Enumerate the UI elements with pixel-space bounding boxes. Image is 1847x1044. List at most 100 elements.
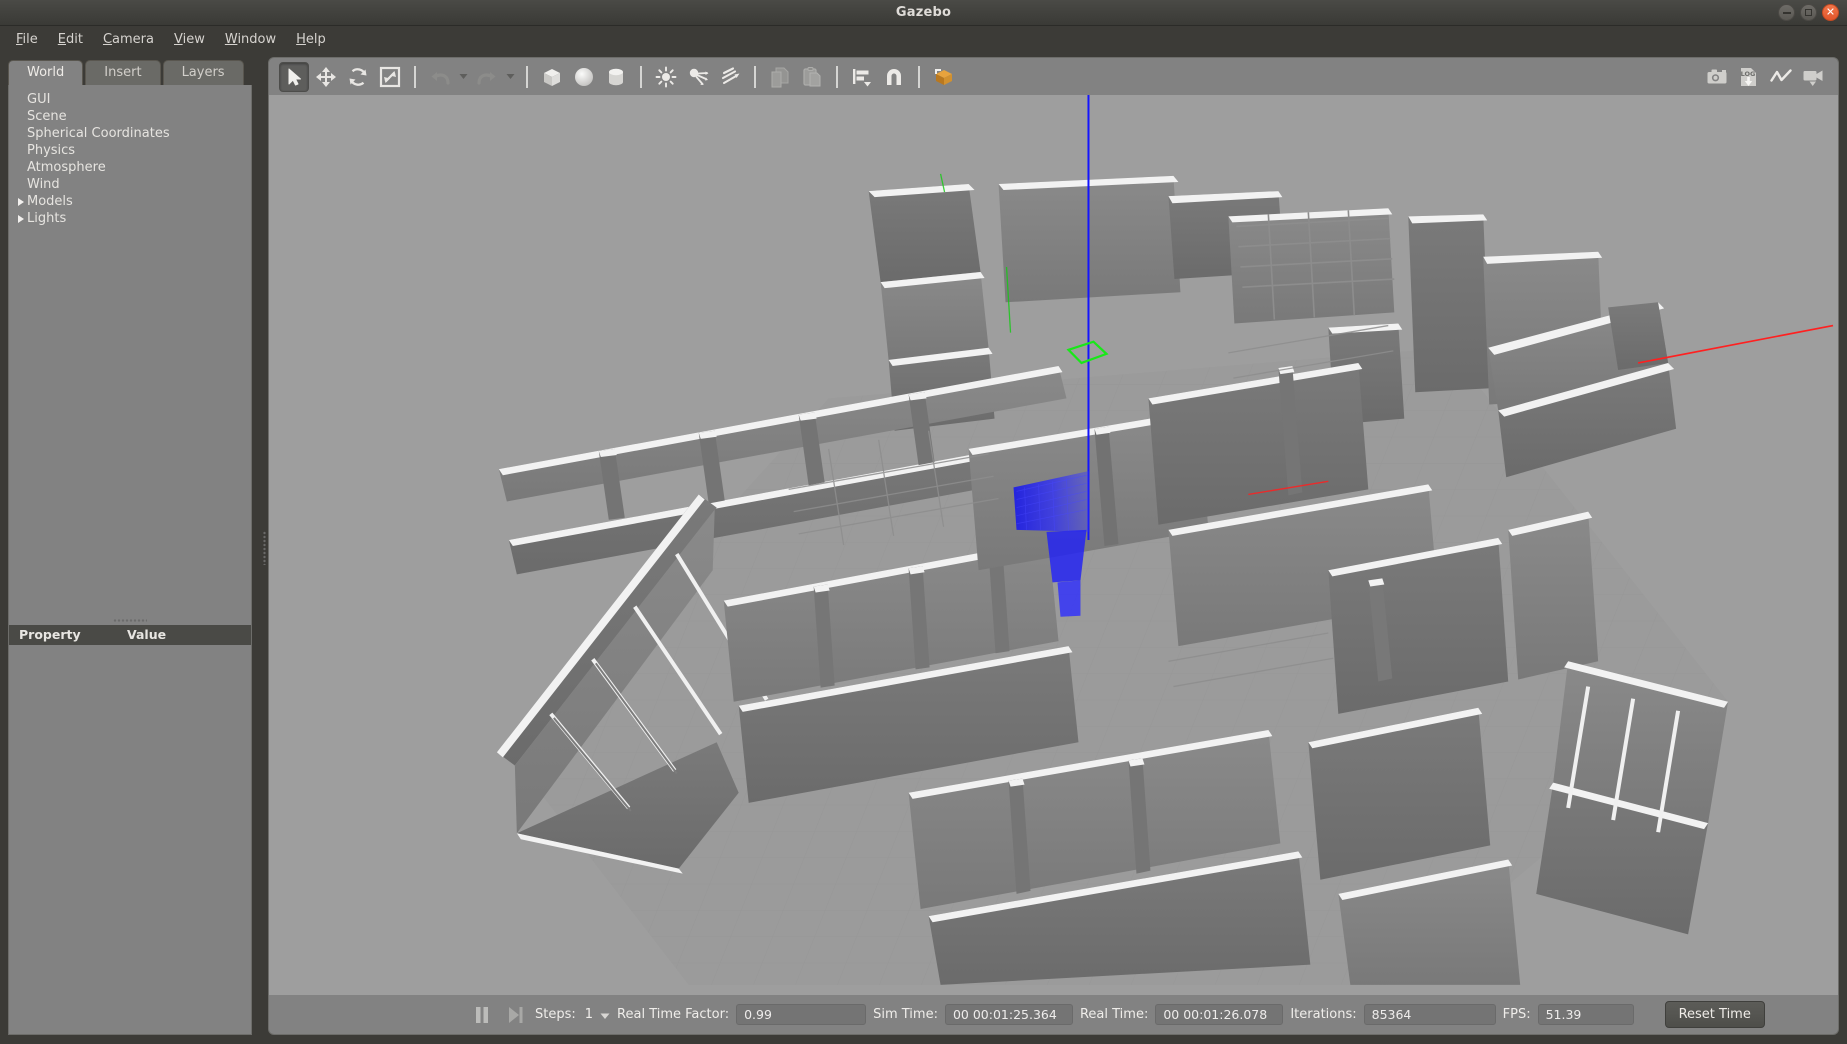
- undo-button[interactable]: [425, 62, 455, 92]
- real-time-factor-value: 0.99: [736, 1004, 867, 1025]
- close-button[interactable]: ✕: [1822, 4, 1839, 21]
- tree-item-physics[interactable]: Physics: [9, 142, 251, 159]
- chevron-right-icon[interactable]: [15, 214, 27, 224]
- steps-value[interactable]: 1: [585, 1007, 593, 1022]
- splitter-dots-icon: [113, 619, 147, 622]
- menu-bar: File Edit Camera View Window Help: [0, 26, 1847, 52]
- main-toolbar: LOG: [268, 57, 1839, 95]
- copy-button[interactable]: [765, 62, 795, 92]
- tree-item-atmosphere[interactable]: Atmosphere: [9, 159, 251, 176]
- title-bar: Gazebo ✕: [0, 0, 1847, 26]
- redo-dropdown-caret[interactable]: [504, 62, 517, 92]
- menu-window[interactable]: Window: [216, 29, 285, 50]
- main-body: World Insert Layers GUI Scene Spherical …: [0, 52, 1847, 1044]
- tree-item-label: Scene: [27, 109, 67, 124]
- select-mode-button[interactable]: [279, 61, 309, 92]
- insert-cylinder-button[interactable]: [601, 62, 631, 92]
- tree-item-gui[interactable]: GUI: [9, 91, 251, 108]
- menu-edit[interactable]: Edit: [49, 29, 92, 50]
- menu-file[interactable]: File: [7, 29, 47, 50]
- property-table-rows: [9, 644, 251, 1034]
- tree-item-wind[interactable]: Wind: [9, 176, 251, 193]
- align-button[interactable]: [847, 62, 877, 92]
- real-time-value: 00 00:01:26.078: [1155, 1004, 1284, 1025]
- left-panel: World Insert Layers GUI Scene Spherical …: [0, 52, 260, 1044]
- tree-item-label: Wind: [27, 177, 60, 192]
- tree-item-lights[interactable]: Lights: [9, 210, 251, 227]
- chevron-right-icon[interactable]: [15, 197, 27, 207]
- tree-item-label: Models: [27, 194, 73, 209]
- scale-mode-button[interactable]: [375, 62, 405, 92]
- tree-item-scene[interactable]: Scene: [9, 108, 251, 125]
- snap-button[interactable]: [879, 62, 909, 92]
- video-record-button[interactable]: [1798, 62, 1828, 92]
- tab-layers[interactable]: Layers: [162, 59, 244, 85]
- real-time-factor-label: Real Time Factor:: [617, 1007, 730, 1022]
- gazebo-window: Gazebo ✕ File Edit Camera View Window He…: [0, 0, 1847, 1044]
- main-splitter[interactable]: [260, 52, 268, 1044]
- paste-button[interactable]: [797, 62, 827, 92]
- tree-item-label: Lights: [27, 211, 67, 226]
- maximize-button[interactable]: [1800, 4, 1817, 21]
- tree-item-label: Spherical Coordinates: [27, 126, 170, 141]
- steps-dropdown-caret[interactable]: [600, 1005, 610, 1024]
- toolbar-separator: [526, 65, 528, 88]
- step-button[interactable]: [502, 1002, 528, 1028]
- insert-spot-light-button[interactable]: [683, 62, 713, 92]
- insert-directional-light-button[interactable]: [715, 62, 745, 92]
- rotate-mode-button[interactable]: [343, 62, 373, 92]
- tab-insert[interactable]: Insert: [85, 59, 161, 85]
- insert-box-button[interactable]: [537, 62, 567, 92]
- fps-label: FPS:: [1502, 1007, 1531, 1022]
- tree-item-label: GUI: [27, 92, 51, 107]
- world-tree: GUI Scene Spherical Coordinates Physics …: [9, 85, 251, 227]
- log-record-button[interactable]: LOG: [1734, 62, 1764, 92]
- menu-camera[interactable]: Camera: [94, 29, 163, 50]
- real-time-label: Real Time:: [1079, 1007, 1149, 1022]
- toolbar-separator: [414, 65, 416, 88]
- plot-button[interactable]: [1766, 62, 1796, 92]
- svg-text:LOG: LOG: [1741, 70, 1756, 78]
- toolbar-separator: [640, 65, 642, 88]
- menu-help[interactable]: Help: [287, 29, 335, 50]
- sim-time-label: Sim Time:: [873, 1007, 938, 1022]
- pause-button[interactable]: [469, 1002, 495, 1028]
- world-tree-panel: GUI Scene Spherical Coordinates Physics …: [8, 85, 252, 1035]
- column-header-value: Value: [127, 627, 167, 642]
- render-viewport[interactable]: [268, 95, 1839, 995]
- sim-time-value: 00 00:01:25.364: [944, 1004, 1073, 1025]
- steps-label: Steps:: [535, 1007, 576, 1022]
- property-table: Property Value: [9, 624, 251, 1034]
- toolbar-separator: [754, 65, 756, 88]
- property-table-header: Property Value: [9, 624, 251, 645]
- iterations-value: 85364: [1363, 1004, 1496, 1025]
- toolbar-separator: [836, 65, 838, 88]
- scene-3d: [269, 95, 1838, 995]
- minimize-button[interactable]: [1778, 4, 1795, 21]
- screenshot-button[interactable]: [1702, 62, 1732, 92]
- translate-mode-button[interactable]: [311, 62, 341, 92]
- window-title: Gazebo: [895, 5, 952, 20]
- tab-world[interactable]: World: [8, 59, 84, 85]
- panel-splitter-handle[interactable]: [9, 616, 251, 625]
- toolbar-separator: [918, 65, 920, 88]
- fps-value: 51.39: [1537, 1004, 1634, 1025]
- tree-filler: [9, 227, 251, 617]
- menu-view[interactable]: View: [165, 29, 214, 50]
- simulation-status-bar: Steps: 1 Real Time Factor: 0.99 Sim Time…: [268, 995, 1839, 1035]
- column-header-property: Property: [19, 627, 81, 642]
- redo-button[interactable]: [472, 62, 502, 92]
- reset-time-button[interactable]: Reset Time: [1664, 1001, 1765, 1028]
- splitter-dots-icon: [262, 531, 266, 565]
- insert-point-light-button[interactable]: [651, 62, 681, 92]
- tree-item-label: Physics: [27, 143, 76, 158]
- insert-sphere-button[interactable]: [569, 62, 599, 92]
- tree-item-spherical-coordinates[interactable]: Spherical Coordinates: [9, 125, 251, 142]
- render-area-container: LOG Steps: 1 Real Time Factor: 0.99 Sim …: [268, 52, 1847, 1044]
- tree-item-label: Atmosphere: [27, 160, 106, 175]
- window-controls: ✕: [1778, 4, 1839, 21]
- undo-dropdown-caret[interactable]: [457, 62, 470, 92]
- iterations-label: Iterations:: [1290, 1007, 1357, 1022]
- tree-item-models[interactable]: Models: [9, 193, 251, 210]
- change-view-button[interactable]: [929, 62, 959, 92]
